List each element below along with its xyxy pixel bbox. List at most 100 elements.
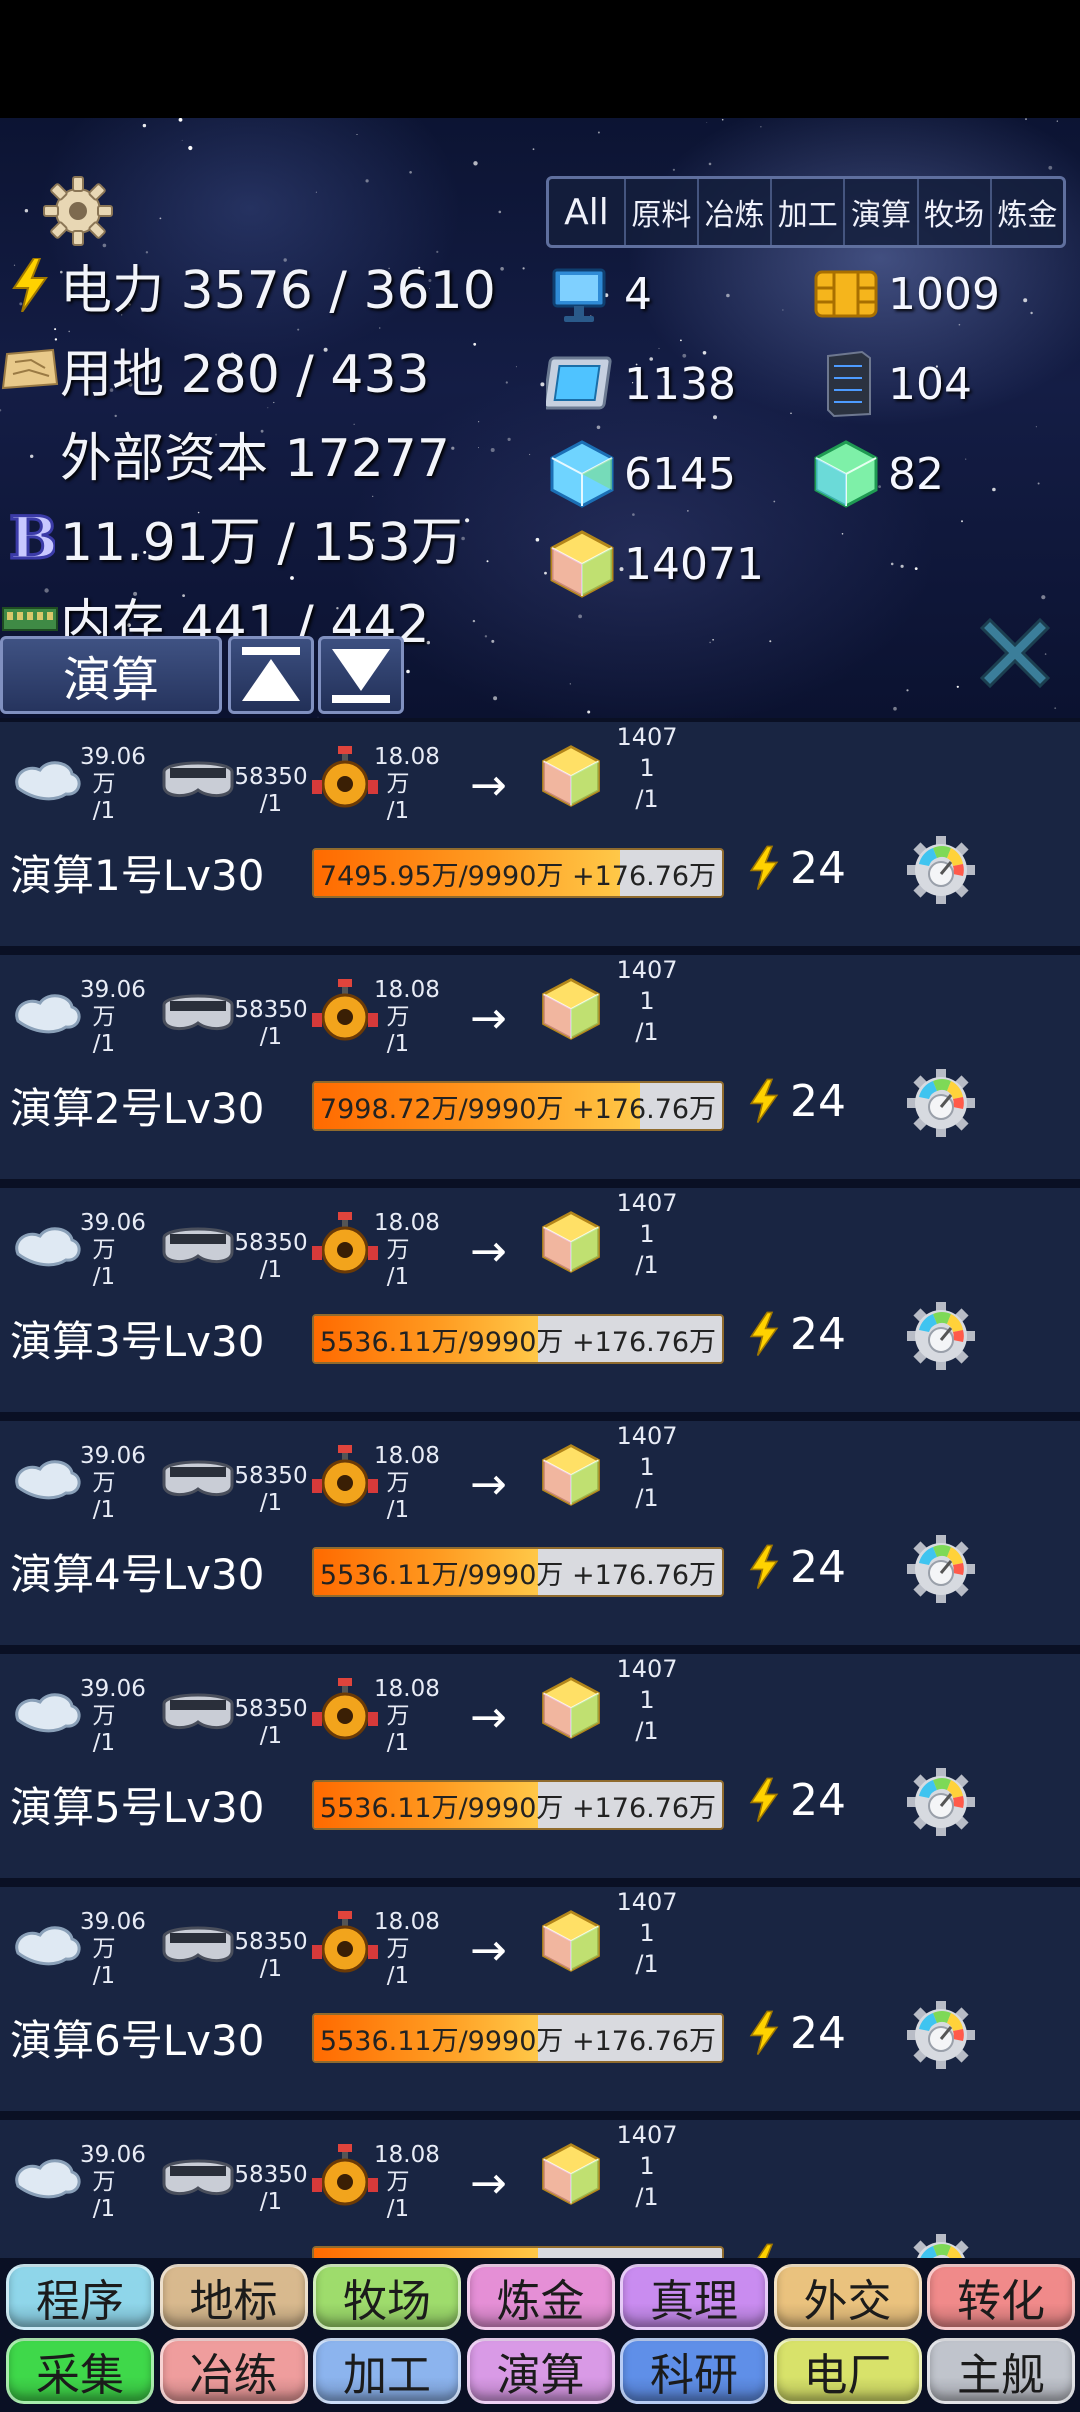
cloud-material-icon — [15, 2159, 81, 2199]
server-rack-icon — [827, 350, 871, 418]
lightning-icon — [749, 1777, 779, 1823]
input3-amount: 18.08 万/1 — [374, 977, 440, 1057]
nav-mothership-button[interactable]: 主舰 — [927, 2338, 1075, 2404]
output-amount: 1407 1/1 — [616, 1888, 678, 1978]
production-row[interactable]: 39.06 万/1 58350/1 18.08 万/1 → 1407 1/1 — [0, 2116, 1080, 2258]
nav-power-plant-button[interactable]: 电厂 — [773, 2338, 922, 2404]
nav-compute-button[interactable]: 演算 — [466, 2338, 615, 2404]
building-list: 39.06 万/1 58350/1 18.08 万/1 → 1407 1/1 演算1号… — [0, 718, 1080, 2258]
lightning-icon — [749, 1311, 779, 1357]
progress-text: 5536.11万/9990万 +176.76万 — [319, 1326, 717, 1358]
lightning-icon — [749, 1078, 779, 1124]
tab-ranch[interactable]: 牧场 — [919, 179, 992, 245]
nav-process-button[interactable]: 加工 — [313, 2338, 461, 2404]
scroll-top-button[interactable] — [228, 636, 314, 714]
output-amount: 1407 1/1 — [616, 2121, 678, 2211]
scroll-bottom-button[interactable] — [318, 636, 404, 714]
gold-crystal-cube-icon — [542, 745, 600, 807]
nav-research-button[interactable]: 科研 — [620, 2338, 768, 2404]
progress-text — [314, 2248, 722, 2258]
nav-landmark-button[interactable]: 地标 — [159, 2264, 308, 2330]
lightning-icon — [749, 1544, 779, 1590]
output-amount: 1407 1/1 — [616, 1422, 678, 1512]
progress-text: 7998.72万/9990万 +176.76万 — [319, 1093, 717, 1125]
progress-text: 5536.11万/9990万 +176.76万 — [319, 1559, 717, 1591]
progress-text: 5536.11万/9990万 +176.76万 — [319, 1792, 717, 1824]
building-name: 演算2号Lv30 — [10, 1084, 265, 1133]
power-value: 24 — [790, 1774, 846, 1826]
production-row[interactable]: 39.06 万/1 58350/1 18.08 万/1 → 1407 1/1 演算2号… — [0, 951, 1080, 1179]
input1-amount: 39.06 万/1 — [80, 744, 146, 824]
production-row[interactable]: 39.06 万/1 58350/1 18.08 万/1 → 1407 1/1 演算1号… — [0, 718, 1080, 946]
building-name: 演算4号Lv30 — [10, 1550, 265, 1599]
vr-headset-material-icon — [162, 1693, 234, 1729]
progress-bar — [312, 2246, 724, 2258]
power-value: 24 — [790, 2007, 846, 2059]
nav-diplomacy-button[interactable]: 外交 — [773, 2264, 922, 2330]
production-row[interactable]: 39.06 万/1 58350/1 18.08 万/1 → 1407 1/1 演算3号… — [0, 1184, 1080, 1412]
progress-bar: 5536.11万/9990万 +176.76万 — [312, 1547, 724, 1597]
tab-smelting[interactable]: 冶炼 — [699, 179, 773, 245]
input1-amount: 39.06 万/1 — [80, 1443, 146, 1523]
input1-amount: 39.06 万/1 — [80, 1909, 146, 1989]
production-row[interactable]: 39.06 万/1 58350/1 18.08 万/1 → 1407 1/1 演算5号… — [0, 1650, 1080, 1878]
computer-icon — [552, 268, 606, 322]
b-currency-stat: B 11.91万 / 153万 — [0, 502, 463, 573]
building-name: 演算6号Lv30 — [10, 2016, 265, 2065]
close-icon[interactable] — [970, 608, 1060, 698]
power-value: 24 — [790, 1308, 846, 1360]
input2-amount: 58350/1 — [234, 1696, 308, 1749]
b-coin-icon: B — [0, 507, 60, 567]
speed-gauge-icon[interactable] — [905, 1533, 977, 1605]
nav-smelt-button[interactable]: 冶练 — [159, 2338, 308, 2404]
speed-gauge-icon[interactable] — [905, 834, 977, 906]
power-usage: 24 — [748, 2003, 846, 2063]
input2-amount: 58350/1 — [234, 997, 308, 1050]
power-usage: 24 — [748, 1770, 846, 1830]
tab-all[interactable]: All — [549, 179, 626, 245]
input2-amount: 58350/1 — [234, 1929, 308, 1982]
input3-amount: 18.08 万/1 — [374, 744, 440, 824]
nav-conversion-button[interactable]: 转化 — [927, 2264, 1075, 2330]
nav-program-button[interactable]: 程序 — [6, 2264, 154, 2330]
power-text: 电力 3576 / 3610 — [60, 260, 496, 321]
tab-processing[interactable]: 加工 — [772, 179, 846, 245]
nav-gather-button[interactable]: 采集 — [6, 2338, 154, 2404]
bottom-navigation: 程序 地标 牧场 炼金 真理 外交 转化采集 冶练 加工 演算 科研 电厂 主舰 — [0, 2258, 1080, 2412]
power-value: 24 — [790, 842, 846, 894]
gold-crystal-cube-icon — [542, 978, 600, 1040]
film-reel-material-icon — [312, 1212, 378, 1274]
speed-gauge-icon[interactable] — [905, 1999, 977, 2071]
gold-crystal-cube-icon — [542, 1444, 600, 1506]
progress-bar: 7998.72万/9990万 +176.76万 — [312, 1081, 724, 1131]
nav-ranch-button[interactable]: 牧场 — [313, 2264, 461, 2330]
blue-crystal-cube-icon — [550, 440, 614, 508]
computer-count: 4 — [624, 268, 652, 320]
current-category-button[interactable]: 演算 — [0, 636, 222, 714]
cloud-material-icon — [15, 1693, 81, 1733]
gold-crystal-cube-icon — [542, 2143, 600, 2205]
produces-arrow-icon: → — [470, 1692, 507, 1743]
category-filter-tabs: All 原料 冶炼 加工 演算 牧场 炼金 — [546, 176, 1066, 248]
speed-gauge-icon[interactable] — [905, 2232, 977, 2258]
cloud-material-icon — [15, 1227, 81, 1267]
production-row[interactable]: 39.06 万/1 58350/1 18.08 万/1 → 1407 1/1 演算6号… — [0, 1883, 1080, 2111]
building-name: 演算5号Lv30 — [10, 1783, 265, 1832]
settings-gear-icon[interactable] — [40, 173, 116, 249]
b-currency-text: 11.91万 / 153万 — [60, 512, 463, 573]
speed-gauge-icon[interactable] — [905, 1300, 977, 1372]
nav-alchemy-button[interactable]: 炼金 — [466, 2264, 615, 2330]
power-usage: 24 — [748, 838, 846, 898]
speed-gauge-icon[interactable] — [905, 1067, 977, 1139]
tab-alchemy[interactable]: 炼金 — [992, 179, 1063, 245]
nav-truth-button[interactable]: 真理 — [620, 2264, 768, 2330]
power-usage: 24 — [748, 1071, 846, 1131]
speed-gauge-icon[interactable] — [905, 1766, 977, 1838]
input3-amount: 18.08 万/1 — [374, 1909, 440, 1989]
vr-headset-material-icon — [162, 1460, 234, 1496]
tab-raw-materials[interactable]: 原料 — [626, 179, 699, 245]
progress-bar: 5536.11万/9990万 +176.76万 — [312, 1314, 724, 1364]
production-row[interactable]: 39.06 万/1 58350/1 18.08 万/1 → 1407 1/1 演算4号… — [0, 1417, 1080, 1645]
film-reel-material-icon — [312, 746, 378, 808]
tab-computing[interactable]: 演算 — [845, 179, 919, 245]
